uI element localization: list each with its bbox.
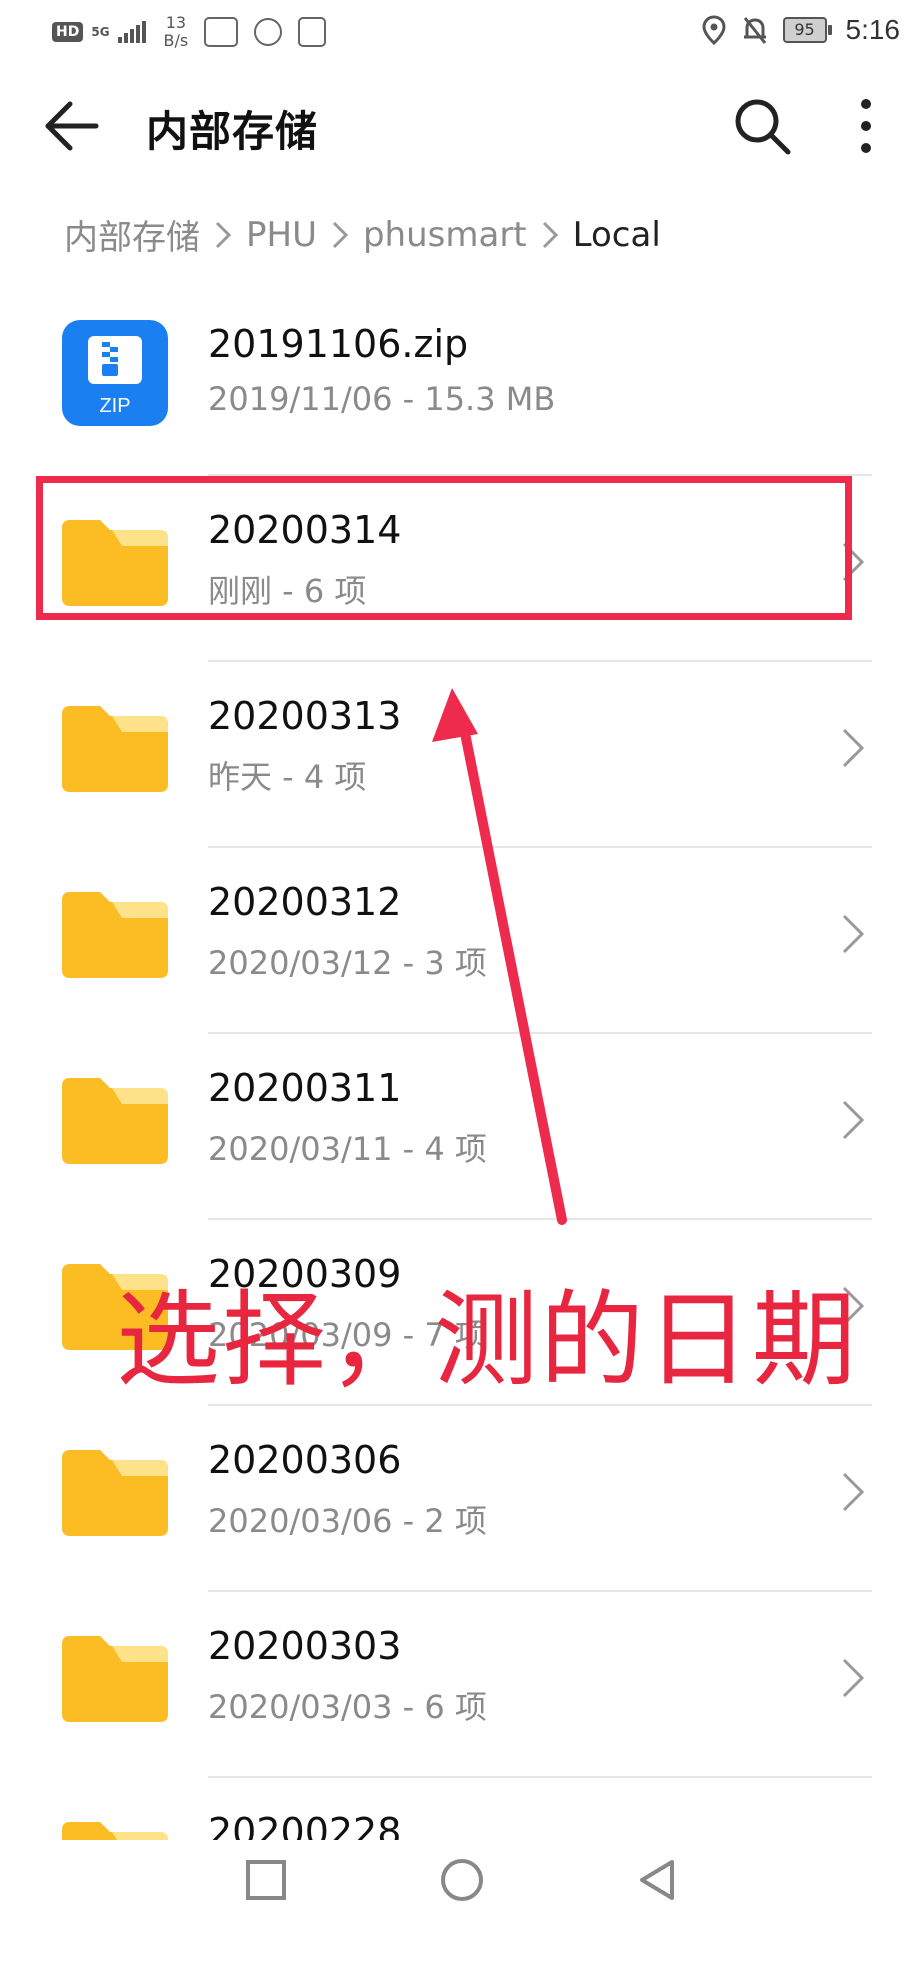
status-bar: HD 5G 13 B/s 95 5:16 <box>0 0 924 64</box>
search-icon[interactable] <box>730 94 794 158</box>
clock: 5:16 <box>845 14 901 45</box>
folder-meta: 2020/03/03 - 6 项 <box>208 1688 487 1726</box>
chevron-right-icon <box>842 1100 865 1140</box>
folder-icon <box>62 706 168 792</box>
hd-indicator: HD <box>52 22 84 42</box>
chevron-right-icon <box>542 221 558 248</box>
chevron-right-icon <box>842 728 865 768</box>
breadcrumb-current: Local <box>572 214 661 255</box>
folder-row[interactable]: 20200312 2020/03/12 - 3 项 <box>0 848 924 1034</box>
breadcrumb-item[interactable]: 内部存储 <box>64 210 200 259</box>
battery-level: 95 <box>782 17 827 43</box>
mute-bell-icon <box>743 17 766 44</box>
folder-name: 20200311 <box>208 1066 402 1110</box>
annotation-text: 选择，测的日期 <box>116 1279 859 1401</box>
annotation-highlight-box <box>36 476 852 620</box>
chevron-right-icon <box>332 221 349 248</box>
page-title: 内部存储 <box>146 107 319 156</box>
folder-row[interactable]: 20200313 昨天 - 4 项 <box>0 662 924 848</box>
folder-meta: 昨天 - 4 项 <box>208 758 367 796</box>
recent-apps-icon[interactable] <box>240 1854 292 1906</box>
status-bar-left: HD 5G 13 B/s <box>52 14 327 50</box>
folder-name: 20200312 <box>208 880 402 924</box>
app-notification-icon <box>254 18 283 46</box>
folder-row[interactable]: 20200311 2020/03/11 - 4 项 <box>0 1034 924 1220</box>
folder-name: 20200306 <box>208 1438 402 1482</box>
status-bar-right: 95 5:16 <box>701 14 901 46</box>
network-speed-unit: B/s <box>163 31 189 50</box>
breadcrumb-item[interactable]: phusmart <box>363 215 527 255</box>
network-speed: 13 B/s <box>164 14 189 50</box>
folder-icon <box>62 1078 168 1164</box>
more-options-icon[interactable] <box>846 94 886 158</box>
chevron-right-icon <box>842 1472 865 1512</box>
folder-meta: 2020/03/12 - 3 项 <box>208 944 487 982</box>
breadcrumb: 内部存储 PHU phusmart Local <box>64 210 661 259</box>
breadcrumb-item[interactable]: PHU <box>246 215 317 255</box>
folder-icon <box>62 892 168 978</box>
network-speed-value: 13 <box>165 13 187 32</box>
toolbar: 内部存储 <box>0 80 924 170</box>
folder-meta: 2020/03/06 - 2 项 <box>208 1502 487 1540</box>
signal-icon <box>117 21 146 43</box>
zip-icon-label: ZIP <box>99 395 130 417</box>
chevron-right-icon <box>842 1658 865 1698</box>
chevron-right-icon <box>842 914 865 954</box>
location-icon <box>701 15 726 45</box>
zip-file-icon: ZIP <box>62 320 168 426</box>
navigation-bar <box>0 1840 924 1920</box>
home-icon[interactable] <box>436 1854 488 1906</box>
battery-icon: 95 <box>782 17 832 43</box>
folder-name: 20200303 <box>208 1624 402 1668</box>
file-name: 20191106.zip <box>208 322 469 366</box>
file-meta: 2019/11/06 - 15.3 MB <box>208 380 556 418</box>
folder-meta: 2020/03/11 - 4 项 <box>208 1130 487 1168</box>
file-row-zip[interactable]: ZIP 20191106.zip 2019/11/06 - 15.3 MB <box>0 290 924 476</box>
folder-row[interactable]: 20200303 2020/03/03 - 6 项 <box>0 1592 924 1778</box>
folder-name: 20200313 <box>208 694 402 738</box>
folder-icon <box>62 1636 168 1722</box>
chevron-right-icon <box>215 221 232 248</box>
back-arrow-icon[interactable] <box>40 94 104 158</box>
network-type: 5G <box>91 25 110 39</box>
folder-row[interactable]: 20200306 2020/03/06 - 2 项 <box>0 1406 924 1592</box>
map-notification-icon <box>298 17 327 47</box>
app-notification-icon <box>204 17 239 47</box>
back-nav-icon[interactable] <box>632 1854 684 1906</box>
folder-icon <box>62 1450 168 1536</box>
